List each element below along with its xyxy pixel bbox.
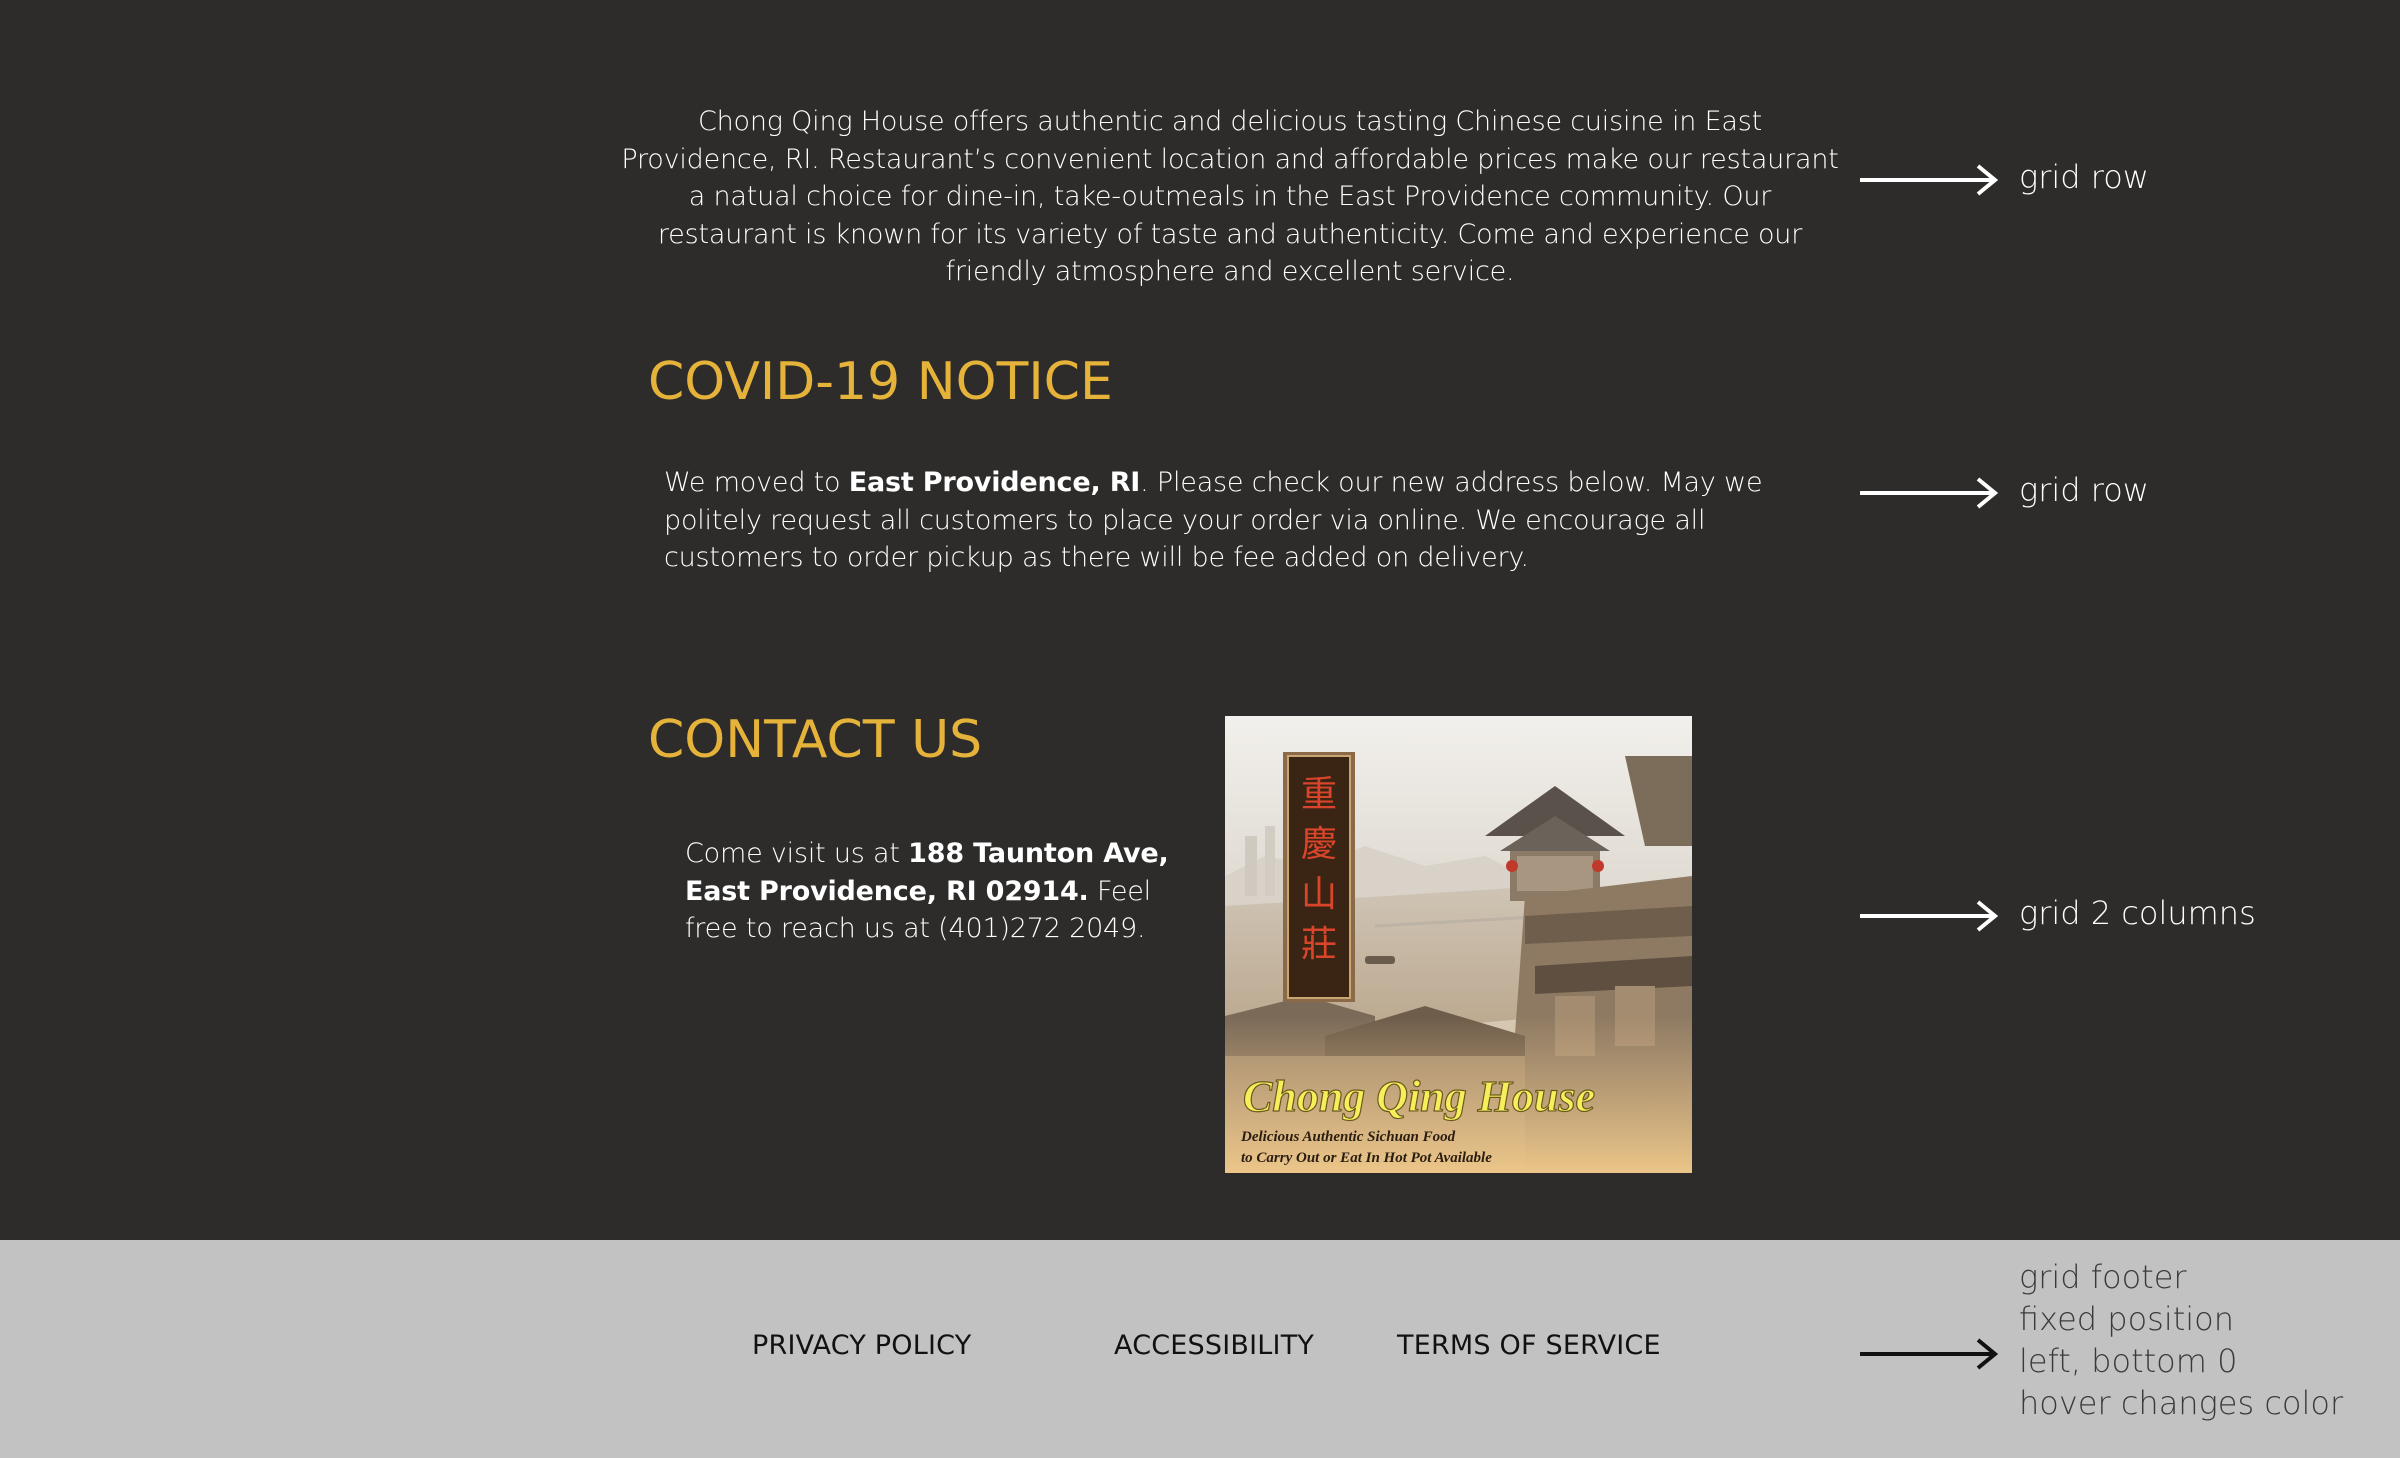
intro-paragraph: Chong Qing House offers authentic and de…: [621, 106, 1839, 287]
covid-text-bold: East Providence, RI: [848, 467, 1141, 498]
covid-heading: COVID-19 NOTICE: [648, 352, 1113, 412]
footer-link-terms-of-service[interactable]: TERMS OF SERVICE: [1397, 1330, 1661, 1361]
arrow-right-icon: [1860, 164, 1999, 196]
annotation-footer-line-1: grid footer: [2019, 1258, 2187, 1296]
chinese-char-3: 山: [1301, 874, 1337, 915]
image-tagline-2: to Carry Out or Eat In Hot Pot Available: [1241, 1150, 1492, 1166]
annotation-label-row2: grid row: [2019, 471, 2149, 509]
covid-text-before: We moved to: [664, 467, 849, 498]
footer-link-privacy-policy[interactable]: PRIVACY POLICY: [752, 1330, 971, 1361]
annotation-arrow-row3: [1858, 896, 2000, 936]
annotation-label-row3: grid 2 columns: [2019, 894, 2256, 932]
annotation-footer-line-3: left, bottom 0: [2019, 1342, 2238, 1380]
annotation-arrow-footer: [1858, 1334, 2000, 1374]
annotation-footer-line-4: hover changes color: [2019, 1384, 2344, 1422]
annotation-arrow-row2: [1858, 473, 2000, 513]
footer-link-accessibility[interactable]: ACCESSIBILITY: [1114, 1330, 1314, 1361]
arrow-right-icon: [1860, 1338, 1999, 1370]
chinese-char-2: 慶: [1301, 824, 1337, 865]
contact-text-before: Come visit us at: [685, 838, 909, 869]
page: Chong Qing House offers authentic and de…: [0, 0, 2400, 1458]
annotation-footer-line-2: fixed position: [2019, 1300, 2235, 1338]
restaurant-photo: 重 慶 山 莊 Chong Qing House Delicious Authe…: [1225, 716, 1692, 1173]
contact-text: Come visit us at 188 Taunton Ave, East P…: [685, 835, 1205, 948]
image-title: Chong Qing House: [1243, 1072, 1595, 1121]
contact-heading: CONTACT US: [648, 710, 983, 770]
annotation-arrow-row1: [1858, 160, 2000, 200]
arrow-right-icon: [1860, 900, 1999, 932]
annotation-label-row1: grid row: [2019, 158, 2149, 196]
arrow-right-icon: [1860, 477, 1999, 509]
image-tagline-1: Delicious Authentic Sichuan Food: [1240, 1129, 1456, 1145]
covid-notice-text: We moved to East Providence, RI. Please …: [664, 464, 1774, 577]
chinese-char-1: 重: [1301, 774, 1337, 815]
annotation-label-footer: grid footer fixed position left, bottom …: [2019, 1256, 2343, 1424]
chinese-char-4: 莊: [1301, 924, 1337, 965]
